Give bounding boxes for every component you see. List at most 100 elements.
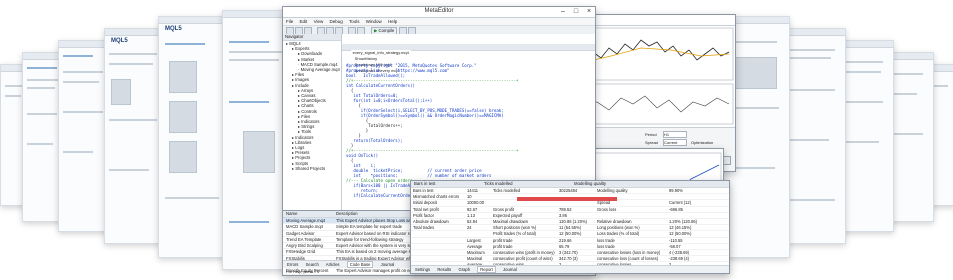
spread-select[interactable]: Current bbox=[663, 139, 687, 146]
tab-report[interactable]: Report bbox=[477, 266, 496, 273]
table-cell: -238.69 (4) bbox=[669, 256, 690, 262]
table-cell: 52.94 bbox=[467, 218, 478, 224]
table-cell: Total trades bbox=[413, 225, 435, 231]
table-cell: Profit trades (% of total) bbox=[493, 231, 537, 237]
report-header-bars: Bars in test bbox=[414, 181, 436, 186]
table-cell: 120.86 (1.20%) bbox=[559, 218, 587, 224]
tab-results[interactable]: Results bbox=[437, 267, 451, 272]
doc-page-left-4: MQL5 bbox=[158, 16, 230, 258]
table-cell: Gross profit bbox=[493, 206, 515, 212]
tree-item-shared-projects[interactable]: ▸ Shared Projects bbox=[286, 166, 341, 171]
table-cell: Expected payoff bbox=[493, 212, 523, 218]
close-icon[interactable]: × bbox=[583, 7, 595, 17]
table-cell: Total net profit bbox=[413, 206, 439, 212]
table-cell: 11 (54.55%) bbox=[559, 225, 581, 231]
tab-settings[interactable]: Settings bbox=[415, 267, 430, 272]
table-cell bbox=[411, 231, 465, 236]
table-cell: consecutive loss (count of losses) bbox=[597, 256, 659, 262]
table-cell: Average bbox=[467, 243, 483, 249]
table-cell bbox=[557, 200, 595, 205]
table-cell bbox=[667, 213, 709, 218]
menu-edit[interactable]: Edit bbox=[300, 19, 308, 24]
table-cell: 342.70 (3) bbox=[559, 256, 578, 262]
tab-graph[interactable]: Graph bbox=[458, 267, 470, 272]
table-cell: 65.79 bbox=[559, 243, 570, 249]
table-cell: Modelling quality bbox=[597, 188, 628, 193]
table-cell: Maximum bbox=[467, 249, 485, 255]
menu-window[interactable]: Window bbox=[366, 19, 382, 24]
table-cell: 12 (50.00%) bbox=[669, 231, 692, 237]
period-select[interactable]: H1 bbox=[663, 131, 687, 138]
table-cell bbox=[411, 244, 465, 249]
table-cell: 92.67 bbox=[467, 206, 478, 212]
table-cell: Profit factor bbox=[413, 212, 434, 218]
table-cell: 10 bbox=[467, 194, 472, 200]
table-cell: Ticks modelled bbox=[493, 188, 521, 193]
compile-icon: ▶ bbox=[374, 28, 378, 33]
maximize-icon[interactable]: □ bbox=[570, 7, 582, 17]
table-cell: profit trade bbox=[493, 237, 513, 243]
table-cell: 1.13 bbox=[467, 212, 475, 218]
mql5-logo: MQL5 bbox=[165, 26, 182, 32]
table-cell: Spread bbox=[597, 200, 611, 206]
editor-tab-1[interactable]: every_signal_info_strategy.mq4 bbox=[350, 50, 411, 55]
table-cell bbox=[411, 250, 465, 255]
table-cell bbox=[411, 238, 465, 243]
table-cell: Maximal bbox=[467, 256, 483, 262]
report-header: Bars in test Ticks modelled Modelling qu… bbox=[411, 181, 729, 188]
table-cell: 3.86 bbox=[559, 212, 567, 218]
table-cell: loss trade bbox=[597, 237, 615, 243]
table-cell: -110.55 bbox=[669, 237, 683, 243]
optimization-checkbox[interactable]: Optimization bbox=[691, 140, 713, 145]
table-cell bbox=[667, 194, 709, 199]
table-cell: -696.85 bbox=[669, 206, 683, 212]
menu-debug[interactable]: Debug bbox=[330, 19, 343, 24]
table-cell: 219.66 bbox=[559, 237, 572, 243]
table-cell: 789.52 bbox=[559, 206, 572, 212]
tab-journal[interactable]: Journal bbox=[381, 262, 395, 267]
tab-code-base[interactable]: Code Base bbox=[346, 261, 374, 268]
status-bar: For Help, press F1 bbox=[286, 269, 320, 274]
table-cell: Maximal drawdown bbox=[493, 218, 529, 224]
table-cell bbox=[491, 200, 557, 205]
table-cell: Current (12) bbox=[669, 200, 692, 206]
table-cell: consecutive profit (count of wins) bbox=[493, 256, 553, 262]
table-cell bbox=[465, 231, 491, 236]
editor-tab-2[interactable]: ShowHistory bbox=[355, 56, 377, 61]
menu-help[interactable]: Help bbox=[388, 19, 397, 24]
table-cell: Absolute drawdown bbox=[413, 218, 449, 224]
menu-view[interactable]: View bbox=[314, 19, 324, 24]
tab-articles[interactable]: Articles bbox=[326, 262, 340, 267]
table-cell: 3 (342.70) bbox=[559, 249, 578, 255]
table-cell: -58.07 bbox=[669, 243, 681, 249]
list-item[interactable]: Profit CounterThis is Hedging Expert Adv… bbox=[283, 275, 595, 276]
list-item-name: MACD Sample.mq4 bbox=[286, 224, 324, 230]
table-cell: Largest bbox=[467, 237, 481, 243]
quality-bar bbox=[517, 197, 617, 201]
tab-search[interactable]: Search bbox=[306, 262, 319, 267]
mql5-logo: MQL5 bbox=[111, 38, 128, 44]
code-lines: #property copyright "2015, MetaQuotes So… bbox=[342, 61, 595, 198]
menu-file[interactable]: File bbox=[286, 19, 293, 24]
menu-tools[interactable]: Tools bbox=[349, 19, 360, 24]
table-cell bbox=[595, 213, 667, 218]
table-cell: 99.90% bbox=[669, 188, 683, 193]
table-cell: Mismatched charts errors bbox=[413, 194, 460, 200]
navigator-header: Navigator bbox=[283, 34, 341, 41]
table-cell: Bars in test bbox=[413, 188, 434, 193]
table-cell: 14411 bbox=[467, 188, 479, 193]
minimize-icon[interactable]: – bbox=[557, 7, 569, 17]
navigator-panel: Navigator ▸ MQL4 ▸ Experts ▸ Downloads ▸… bbox=[283, 34, 342, 210]
tab-journal-report[interactable]: Journal bbox=[503, 267, 517, 272]
report-tabs: Settings Results Graph Report Journal bbox=[411, 265, 729, 273]
list-item-name: Angry Bird Scalping bbox=[286, 243, 323, 249]
table-cell: Short positions (won %) bbox=[493, 225, 537, 231]
menu-bar: File Edit View Debug Tools Window Help bbox=[283, 18, 595, 26]
table-cell: 13 (46.15%) bbox=[669, 225, 692, 231]
navigator-tree: ▸ MQL4 ▸ Experts ▸ Downloads ▸ Market · … bbox=[283, 41, 341, 171]
tab-errors[interactable]: Errors bbox=[287, 262, 298, 267]
price-chart bbox=[582, 27, 734, 125]
table-cell: Initial deposit bbox=[413, 200, 437, 206]
list-item-description: This is Hedging Expert Advisor which man… bbox=[336, 275, 595, 276]
table-cell: 1.20% (120.86) bbox=[669, 218, 697, 224]
